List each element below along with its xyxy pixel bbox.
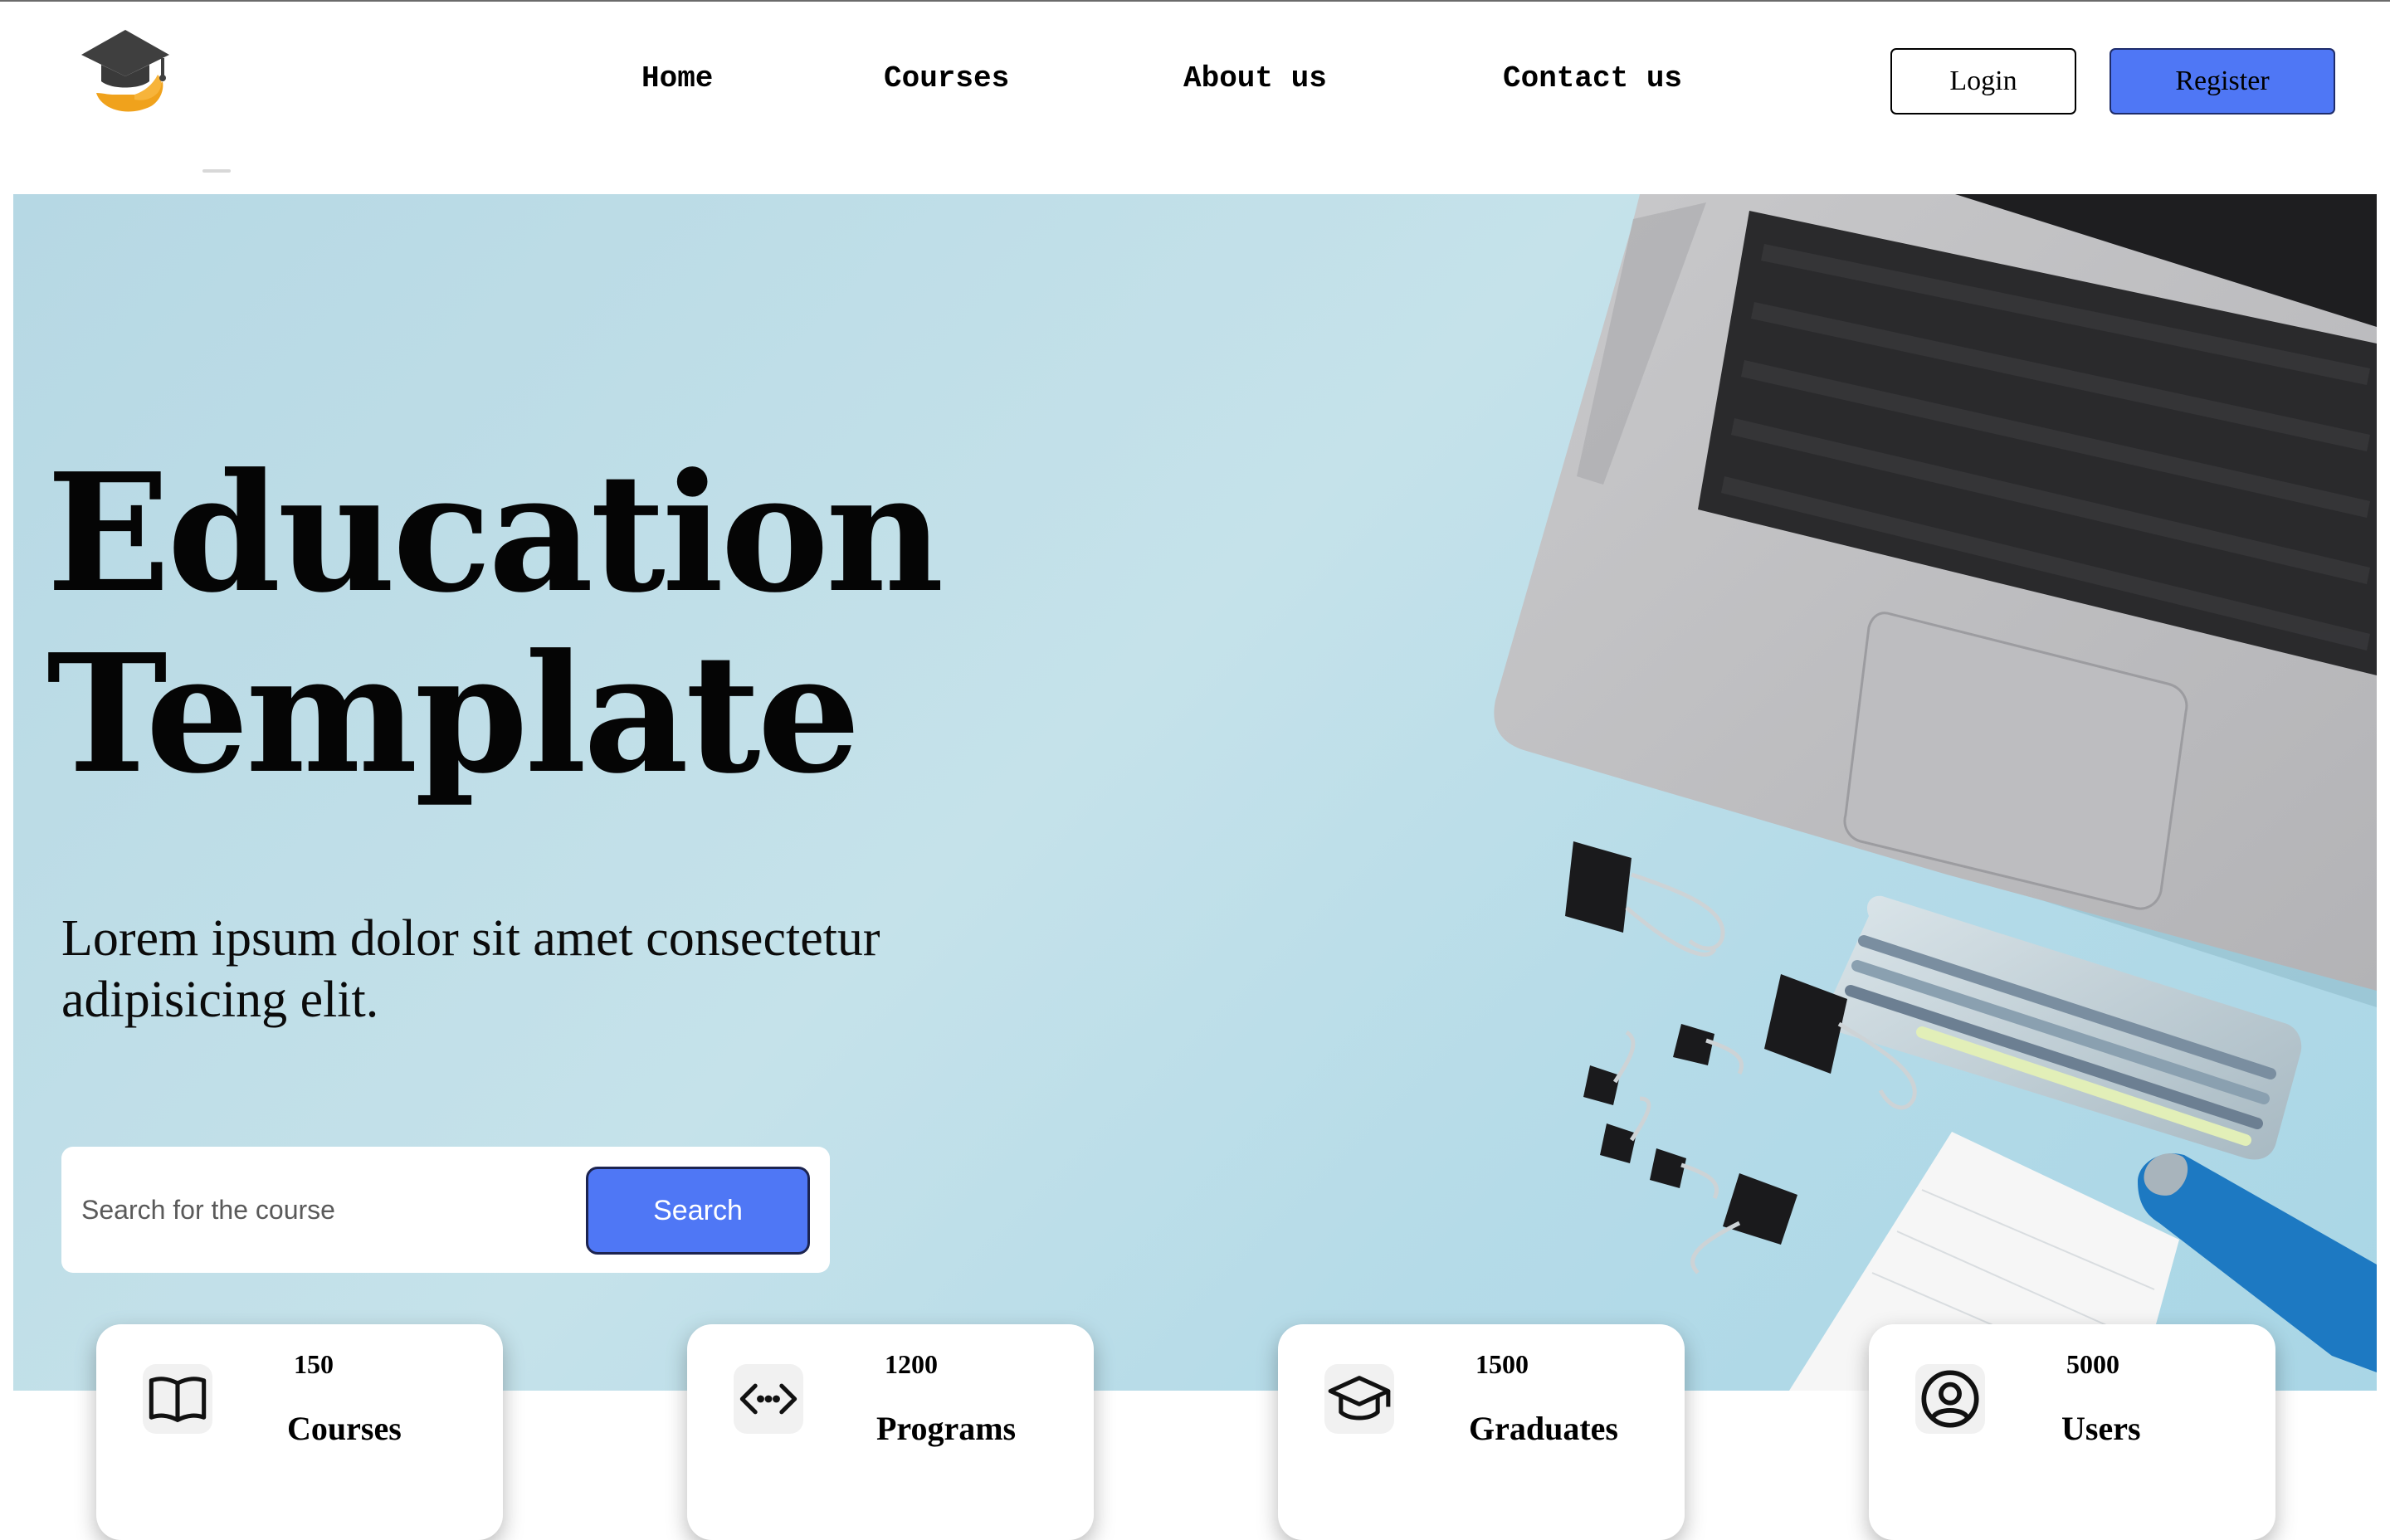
stat-card-graduates: 1500 Graduates	[1278, 1324, 1685, 1540]
stat-card-users: 5000 Users	[1869, 1324, 2275, 1540]
stat-label-graduates: Graduates	[1469, 1410, 1618, 1447]
stat-card-programs: 1200 Programs	[687, 1324, 1094, 1540]
nav-link-home[interactable]: Home	[641, 61, 713, 95]
register-button[interactable]: Register	[2110, 48, 2335, 115]
graduation-cap-icon	[1324, 1364, 1394, 1434]
code-arrows-icon	[734, 1364, 803, 1434]
stat-label-courses: Courses	[287, 1410, 402, 1447]
stat-label-users: Users	[2061, 1410, 2141, 1447]
stat-value-programs: 1200	[885, 1349, 938, 1379]
hero-title: Education Template	[46, 438, 944, 810]
stat-value-courses: 150	[294, 1349, 334, 1379]
user-circle-icon	[1915, 1364, 1985, 1434]
nav-link-about-us[interactable]: About us	[1183, 61, 1327, 95]
course-search-box: Search	[61, 1147, 830, 1273]
course-search-input[interactable]	[81, 1175, 612, 1245]
navbar: Home Courses About us Contact us Login R…	[0, 2, 2390, 192]
book-open-icon	[143, 1364, 212, 1434]
nav-link-courses[interactable]: Courses	[884, 61, 1009, 95]
search-button[interactable]: Search	[586, 1167, 810, 1255]
logo-caption-mark	[202, 169, 231, 173]
hero-title-line-2: Template	[46, 619, 861, 810]
stat-value-users: 5000	[2066, 1349, 2119, 1379]
hero-subtitle: Lorem ipsum dolor sit amet consectetur a…	[61, 910, 880, 1028]
stat-value-graduates: 1500	[1475, 1349, 1529, 1379]
nav-link-contact-us[interactable]: Contact us	[1503, 61, 1682, 95]
stat-label-programs: Programs	[876, 1410, 1017, 1447]
stat-card-courses: 150 Courses	[96, 1324, 503, 1540]
login-button[interactable]: Login	[1890, 48, 2076, 115]
hero-title-line-1: Education	[46, 438, 944, 629]
